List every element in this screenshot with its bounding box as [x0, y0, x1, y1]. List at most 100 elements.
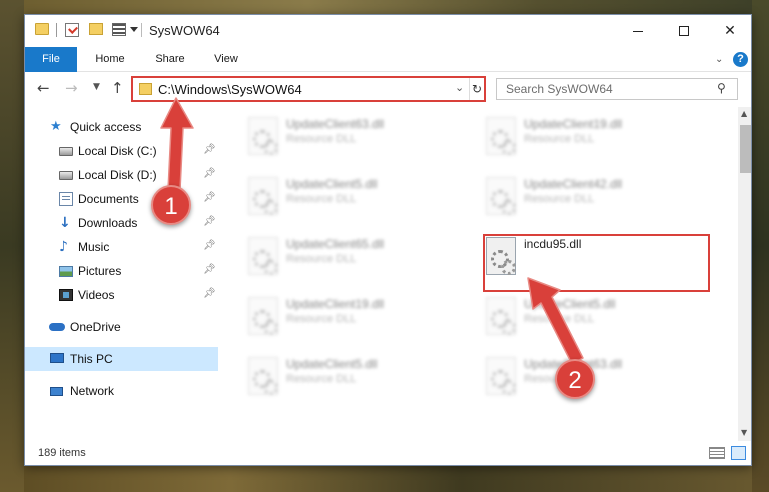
search-box[interactable]: ⚲	[496, 78, 738, 100]
maximize-button[interactable]	[661, 15, 707, 47]
music-icon: ♪	[59, 239, 68, 255]
dll-file-icon	[248, 297, 278, 335]
videos-icon	[59, 289, 73, 301]
pin-icon[interactable]: 📌︎	[203, 240, 216, 251]
minimize-button[interactable]	[615, 15, 661, 47]
sidebar-item-local-disk-c[interactable]: Local Disk (C:) 📌︎	[25, 139, 218, 163]
large-icons-view-icon[interactable]	[731, 446, 746, 460]
file-item[interactable]: UpdateClient63.dll Resource DLL	[240, 111, 470, 165]
up-arrow-icon[interactable]: ↑	[111, 79, 124, 97]
dll-file-icon	[486, 117, 516, 155]
properties-icon[interactable]	[65, 23, 79, 37]
address-dropdown-chevron-icon[interactable]: ⌄	[455, 81, 464, 94]
refresh-icon[interactable]: ↻	[469, 78, 484, 100]
scrollbar-thumb[interactable]	[740, 125, 751, 173]
sidebar-item-label: Documents	[78, 192, 139, 206]
ribbon-tabs: File Home Share View ⌄ ?	[25, 47, 751, 72]
pin-icon[interactable]: 📌︎	[203, 288, 216, 299]
file-item[interactable]: UpdateClient5.dll Resource DLL	[478, 291, 708, 345]
window-title: SysWOW64	[149, 23, 220, 38]
search-input[interactable]	[497, 79, 709, 99]
sidebar-item-quick-access[interactable]: ★ Quick access	[25, 115, 218, 139]
divider	[56, 23, 57, 37]
recent-locations-chevron-icon[interactable]: ▼	[93, 82, 100, 92]
tab-file[interactable]: File	[25, 47, 77, 72]
desktop-background-left	[0, 0, 24, 492]
tab-home[interactable]: Home	[87, 47, 133, 72]
computer-icon	[50, 353, 64, 363]
pin-icon[interactable]: 📌︎	[203, 192, 216, 203]
status-bar: 189 items	[25, 441, 751, 465]
sidebar-item-local-disk-d[interactable]: Local Disk (D:) 📌︎	[25, 163, 218, 187]
folder-icon	[35, 23, 49, 35]
maximize-icon	[679, 26, 689, 36]
file-type: Resource DLL	[286, 193, 357, 205]
title-bar: SysWOW64 ✕	[25, 15, 751, 47]
file-item[interactable]: UpdateClient19.dll Resource DLL	[478, 111, 708, 165]
sidebar-item-videos[interactable]: Videos 📌︎	[25, 283, 218, 307]
divider	[141, 23, 142, 37]
sidebar-item-label: Quick access	[70, 120, 142, 134]
cloud-icon	[49, 323, 65, 331]
vertical-scrollbar[interactable]: ▲ ▼	[738, 107, 751, 441]
close-button[interactable]: ✕	[707, 15, 751, 47]
disk-icon	[59, 147, 73, 156]
sidebar-item-network[interactable]: Network	[25, 379, 218, 403]
sidebar-item-downloads[interactable]: ↓ Downloads 📌︎	[25, 211, 218, 235]
sidebar-item-onedrive[interactable]: OneDrive	[25, 315, 218, 339]
documents-icon	[59, 192, 73, 206]
sidebar-item-label: Local Disk (D:)	[78, 168, 157, 182]
file-name: UpdateClient5.dll	[286, 357, 378, 371]
step-2-badge: 2	[555, 359, 595, 399]
file-item[interactable]: UpdateClient5.dll Resource DLL	[240, 351, 470, 405]
file-type: Resource DLL	[286, 313, 357, 325]
tab-view[interactable]: View	[203, 47, 249, 72]
address-path[interactable]: C:\Windows\SysWOW64	[158, 82, 302, 97]
sidebar-item-label: This PC	[70, 352, 113, 366]
file-item[interactable]: UpdateClient65.dll Resource DLL	[240, 231, 470, 285]
step-1-badge: 1	[151, 185, 191, 225]
dll-file-icon	[248, 117, 278, 155]
help-icon[interactable]: ?	[733, 52, 748, 67]
expand-ribbon-chevron-icon[interactable]: ⌄	[715, 54, 723, 65]
item-count: 189 items	[38, 447, 86, 459]
sidebar-item-pictures[interactable]: Pictures 📌︎	[25, 259, 218, 283]
dll-file-icon	[248, 237, 278, 275]
file-name: UpdateClient5.dll	[286, 177, 378, 191]
tab-share[interactable]: Share	[147, 47, 193, 72]
navigation-pane: ★ Quick access Local Disk (C:) 📌︎ Local …	[25, 107, 218, 441]
file-name: UpdateClient65.dll	[286, 237, 385, 251]
sidebar-item-music[interactable]: ♪ Music 📌︎	[25, 235, 218, 259]
file-item[interactable]: UpdateClient19.dll Resource DLL	[240, 291, 470, 345]
file-item[interactable]: UpdateClient42.dll Resource DLL	[478, 171, 708, 225]
file-item[interactable]: UpdateClient5.dll Resource DLL	[240, 171, 470, 225]
minimize-icon	[633, 30, 643, 32]
file-type: Resource DLL	[524, 193, 595, 205]
desktop-background-right	[752, 0, 769, 492]
details-view-icon[interactable]	[709, 447, 725, 459]
new-folder-icon[interactable]	[89, 23, 103, 35]
pin-icon[interactable]: 📌︎	[203, 144, 216, 155]
disk-icon	[59, 171, 73, 180]
file-name: UpdateClient19.dll	[524, 117, 623, 131]
scroll-up-arrow-icon[interactable]: ▲	[741, 109, 747, 118]
file-type: Resource DLL	[524, 133, 595, 145]
forward-arrow-icon[interactable]: →	[65, 79, 78, 97]
file-type: Resource DLL	[286, 253, 357, 265]
sidebar-item-label: Pictures	[78, 264, 122, 278]
address-bar[interactable]: C:\Windows\SysWOW64 ⌄ ↻	[131, 76, 486, 102]
search-icon[interactable]: ⚲	[717, 81, 726, 95]
view-icon[interactable]	[112, 23, 126, 36]
dll-file-icon	[248, 357, 278, 395]
file-type: Resource DLL	[286, 373, 357, 385]
back-arrow-icon[interactable]: ←	[37, 79, 50, 97]
pin-icon[interactable]: 📌︎	[203, 168, 216, 179]
file-type: Resource DLL	[524, 313, 595, 325]
sidebar-item-label: Videos	[78, 288, 115, 302]
scroll-down-arrow-icon[interactable]: ▼	[741, 428, 747, 437]
star-icon: ★	[50, 119, 62, 134]
pin-icon[interactable]: 📌︎	[203, 216, 216, 227]
sidebar-item-this-pc[interactable]: This PC	[25, 347, 218, 371]
customize-quick-access-chevron-icon[interactable]	[130, 27, 138, 32]
pin-icon[interactable]: 📌︎	[203, 264, 216, 275]
